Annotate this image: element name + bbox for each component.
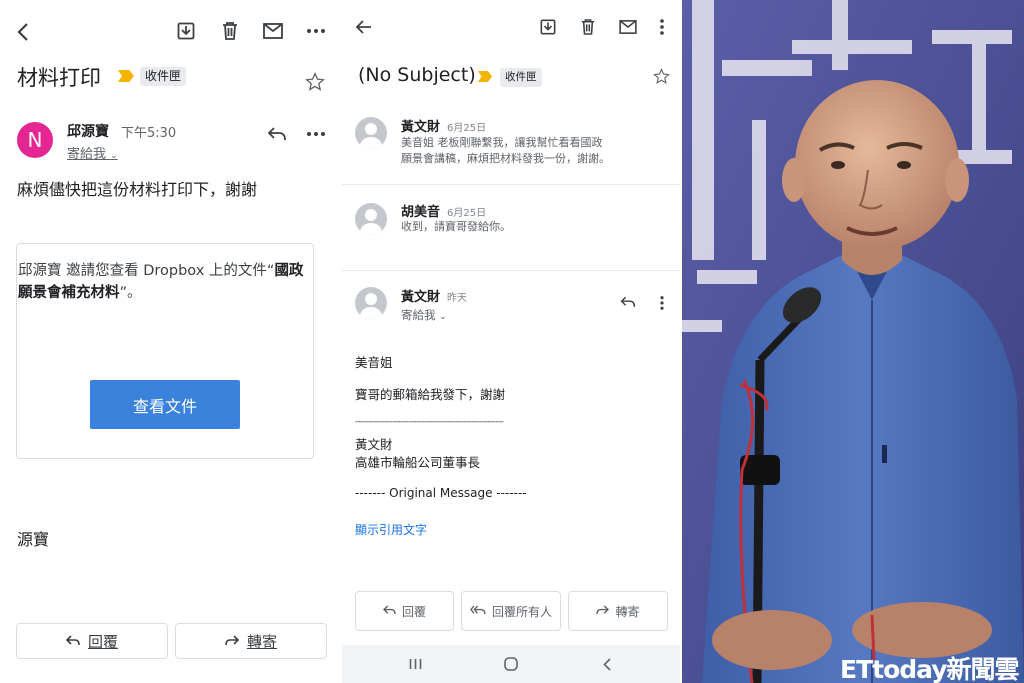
more-vertical-icon[interactable] xyxy=(654,17,670,37)
important-marker-icon[interactable] xyxy=(118,70,134,82)
archive-icon[interactable] xyxy=(175,20,197,42)
message-snippet[interactable]: 美音姐 老板剛聯繫我，讓我幫忙看看國政 願景會講稿，麻煩把材料發我一份，謝謝。 xyxy=(401,135,610,167)
recipient-toggle[interactable]: 寄給我 ⌄ xyxy=(67,143,118,162)
email-signature: 源寶 xyxy=(17,530,50,549)
middle-email-screen: (No Subject) 收件匣 黃文財 6月25日 美音姐 老板剛聯繫我，讓我… xyxy=(342,0,680,683)
signature-title: 高雄市輪船公司董事長 xyxy=(355,455,481,470)
back-arrow-icon[interactable] xyxy=(12,20,34,44)
more-vertical-icon[interactable] xyxy=(654,294,670,312)
invite-prefix: 邱源寶 邀請您查看 Dropbox 上的文件“ xyxy=(18,263,275,279)
recipient-toggle[interactable]: 寄給我 ⌄ xyxy=(401,307,447,325)
star-icon[interactable] xyxy=(651,66,671,86)
sender-name: 邱源寶 xyxy=(67,124,109,140)
view-document-button[interactable]: 查看文件 xyxy=(90,380,240,429)
message-sender: 黃文財 xyxy=(401,120,441,135)
sender-avatar: N xyxy=(17,122,53,158)
show-quoted-text-link[interactable]: 顯示引用文字 xyxy=(355,521,427,538)
android-nav-bar xyxy=(342,645,680,683)
forward-icon xyxy=(225,632,240,650)
forward-label: 轉寄 xyxy=(246,632,277,651)
forward-label: 轉寄 xyxy=(615,604,640,619)
mail-icon[interactable] xyxy=(262,20,284,42)
original-message-marker: ------- Original Message ------- xyxy=(355,486,527,500)
mail-icon[interactable] xyxy=(618,17,638,37)
divider xyxy=(342,270,680,271)
archive-icon[interactable] xyxy=(538,17,558,37)
chevron-down-icon: ⌄ xyxy=(439,312,447,322)
reply-button[interactable]: 回覆 xyxy=(355,591,454,631)
message-date: 6月25日 xyxy=(447,123,487,134)
snippet-line: 願景會講稿，麻煩把材料發我一份，謝謝。 xyxy=(401,152,610,165)
sent-time: 下午5:30 xyxy=(121,126,177,141)
chevron-down-icon: ⌄ xyxy=(110,151,118,161)
inbox-label[interactable]: 收件匣 xyxy=(140,67,187,86)
star-icon[interactable] xyxy=(304,71,326,93)
speaker-photo-illustration xyxy=(682,0,1024,683)
message-date: 昨天 xyxy=(447,293,467,304)
divider xyxy=(342,184,680,185)
watermark-logo: ETtoday新聞雲 xyxy=(840,655,1020,683)
message-body: 寶哥的郵箱給我發下，謝謝 xyxy=(355,387,506,402)
forward-button[interactable]: 轉寄 xyxy=(175,623,327,659)
more-icon[interactable] xyxy=(305,20,327,42)
reply-icon xyxy=(383,604,396,618)
message-date: 6月25日 xyxy=(447,208,487,219)
message-sender: 胡美音 xyxy=(401,205,441,220)
important-marker-icon[interactable] xyxy=(478,71,492,82)
reply-icon[interactable] xyxy=(265,124,289,144)
contact-avatar xyxy=(355,203,387,235)
recipient-label: 寄給我 xyxy=(67,147,107,162)
snippet-line: 美音姐 老板剛聯繫我，讓我幫忙看看國政 xyxy=(401,136,603,149)
email-subject: 材料打印 xyxy=(17,66,101,90)
inbox-label[interactable]: 收件匣 xyxy=(500,68,542,87)
reply-all-icon xyxy=(470,604,486,618)
reply-label: 回覆 xyxy=(401,604,426,619)
reply-all-button[interactable]: 回覆所有人 xyxy=(461,591,561,631)
signature-separator: ----------------------------------------… xyxy=(355,417,504,427)
left-email-screen: 材料打印 收件匣 N 邱源寶 下午5:30 寄給我 ⌄ 麻煩儘快把這份材料打印下… xyxy=(0,0,340,683)
message-snippet[interactable]: 收到，請寶哥發給你。 xyxy=(401,219,511,235)
reply-all-label: 回覆所有人 xyxy=(491,604,552,619)
contact-avatar xyxy=(355,287,387,319)
invite-suffix: ”。 xyxy=(119,285,142,301)
email-body-text: 麻煩儘快把這份材料打印下，謝謝 xyxy=(17,180,258,199)
recipient-label: 寄給我 xyxy=(401,308,436,322)
home-icon[interactable] xyxy=(502,656,520,672)
reply-icon[interactable] xyxy=(618,294,638,310)
reply-label: 回覆 xyxy=(87,632,118,651)
recent-apps-icon[interactable] xyxy=(406,656,424,672)
signature-name: 黃文財 xyxy=(355,437,393,452)
back-nav-icon[interactable] xyxy=(598,656,616,672)
reply-icon xyxy=(65,632,80,650)
greeting: 美音姐 xyxy=(355,355,393,370)
reply-button[interactable]: 回覆 xyxy=(16,623,168,659)
speaker-photo: ETtoday新聞雲 xyxy=(682,0,1024,683)
delete-icon[interactable] xyxy=(578,17,598,37)
invite-text: 邱源寶 邀請您查看 Dropbox 上的文件“國政願景會補充材料”。 xyxy=(18,260,314,304)
forward-icon xyxy=(596,604,610,618)
forward-button[interactable]: 轉寄 xyxy=(568,591,668,631)
message-more-icon[interactable] xyxy=(305,124,327,144)
delete-icon[interactable] xyxy=(219,20,241,42)
message-sender: 黃文財 xyxy=(401,290,441,305)
back-arrow-icon[interactable] xyxy=(354,17,374,37)
email-subject: (No Subject) xyxy=(358,64,476,86)
contact-avatar xyxy=(355,117,387,149)
